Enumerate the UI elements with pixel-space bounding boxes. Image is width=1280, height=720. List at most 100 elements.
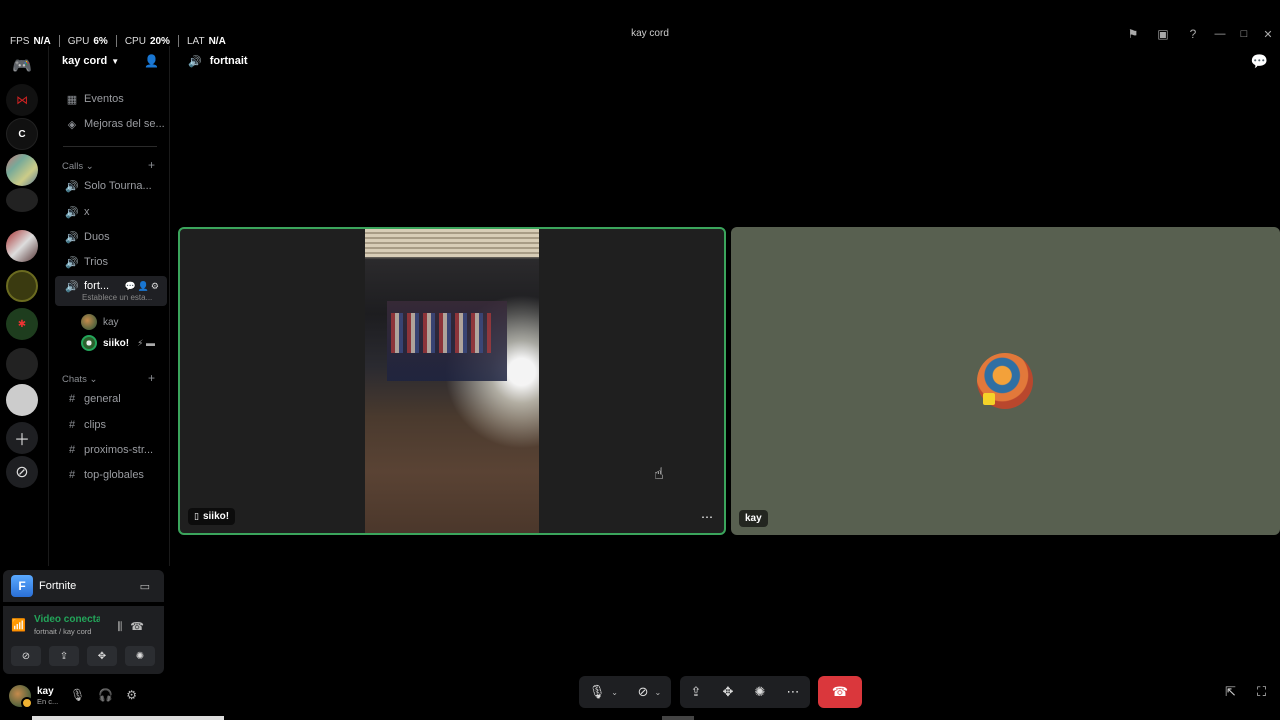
- window-title: kay cord: [631, 28, 669, 39]
- microphone-button[interactable]: 🎙 ⌄: [589, 684, 618, 700]
- soundboard-button[interactable]: ✺: [754, 684, 765, 700]
- maximize-button[interactable]: □: [1232, 24, 1256, 44]
- divider: [63, 146, 157, 147]
- speaker-active-icon: 🔊: [65, 281, 79, 293]
- chat-bubble-icon[interactable]: 💬: [1251, 53, 1268, 70]
- more-options-icon[interactable]: ⋯: [698, 509, 716, 525]
- server-icon-bow[interactable]: ⋈: [6, 84, 38, 116]
- video-tile-siiko[interactable]: ▯ siiko! ⋯: [178, 227, 726, 535]
- stream-game-icon[interactable]: ▭: [140, 580, 150, 593]
- popout-icon[interactable]: ⇱: [1225, 684, 1236, 700]
- microphone-icon[interactable]: 🎙: [70, 688, 98, 702]
- server-icon-grey[interactable]: [6, 384, 38, 416]
- video-tile-kay[interactable]: kay: [731, 227, 1280, 535]
- fortnite-logo-icon: F: [11, 575, 33, 597]
- help-icon[interactable]: ?: [1178, 24, 1208, 44]
- camera-button[interactable]: ⊘ ⌄: [638, 684, 662, 700]
- calendar-icon: ▦: [66, 93, 78, 106]
- inbox-flag-icon[interactable]: ⚑: [1118, 24, 1148, 44]
- voice-user-siiko[interactable]: siiko! ⚡ ▬: [81, 334, 155, 352]
- chevron-down-icon[interactable]: ⌄: [611, 688, 618, 697]
- speaker-icon: 🔊: [65, 180, 79, 193]
- signal-icon[interactable]: 📶: [11, 618, 26, 636]
- scrollbar[interactable]: [32, 716, 224, 720]
- activity-panel[interactable]: F Fortnite ▭: [3, 570, 164, 602]
- camera-off-button[interactable]: ⊘: [11, 646, 41, 666]
- add-channel-icon[interactable]: +: [148, 158, 155, 172]
- server-name: kay cord: [62, 55, 108, 67]
- voice-channel-solo[interactable]: 🔊 Solo Tourna...: [55, 175, 167, 197]
- activities-button[interactable]: ✥: [87, 646, 117, 666]
- activities-button[interactable]: ✥: [723, 684, 734, 700]
- channel-actions-icons[interactable]: 💬👤⚙: [125, 281, 161, 292]
- voice-channel-x[interactable]: 🔊 x: [55, 201, 167, 223]
- avatar: [81, 335, 97, 351]
- explore-servers-icon[interactable]: ⊘: [6, 456, 38, 488]
- hash-icon: #: [68, 444, 76, 456]
- headphones-icon[interactable]: 🎧: [98, 688, 126, 702]
- microphone-icon: 🎙: [588, 684, 606, 699]
- soundboard-icon[interactable]: ⫼: [117, 621, 130, 633]
- server-icon-selected[interactable]: [6, 270, 38, 302]
- voice-channel-duos[interactable]: 🔊 Duos: [55, 226, 167, 248]
- user-panel: kay En c... 🎙🎧⚙: [3, 680, 164, 712]
- share-screen-button[interactable]: ⇪: [691, 684, 702, 700]
- chevron-down-icon: ▼: [111, 56, 120, 66]
- voice-user-kay[interactable]: kay: [81, 313, 119, 331]
- speaker-icon: 🔊: [65, 256, 79, 269]
- mobile-and-camera-icons: ⚡ ▬: [137, 337, 155, 348]
- voice-channel-trios[interactable]: 🔊 Trios: [55, 251, 167, 273]
- close-button[interactable]: ✕: [1256, 24, 1280, 44]
- voice-location[interactable]: fortnait / kay cord: [34, 627, 100, 636]
- sidebar-item-eventos[interactable]: ▦ Eventos: [55, 88, 167, 110]
- hash-icon: #: [68, 419, 76, 431]
- server-icon-small[interactable]: [6, 188, 38, 212]
- sidebar-item-boosts[interactable]: ◈ Mejoras del se...: [55, 113, 167, 135]
- invite-people-icon[interactable]: 👤: [144, 54, 159, 68]
- text-channel-general[interactable]: # general: [55, 388, 167, 410]
- add-server-icon[interactable]: ＋: [6, 422, 38, 454]
- channel-header: 🔊 fortnait: [178, 46, 248, 76]
- server-icon-group[interactable]: [6, 348, 38, 380]
- speaker-icon: 🔊: [65, 206, 79, 219]
- boost-icon: ◈: [67, 118, 77, 131]
- user-controls: 🎙🎧⚙: [70, 688, 150, 702]
- feed-blinds: [365, 229, 539, 257]
- window-controls: ⚑ ▣ ? — □ ✕: [1118, 24, 1280, 44]
- server-header[interactable]: kay cord ▼ 👤: [49, 46, 171, 76]
- text-channel-proximos[interactable]: # proximos-str...: [55, 439, 167, 461]
- minimize-button[interactable]: —: [1208, 24, 1232, 44]
- fullscreen-icon[interactable]: ⛶: [1257, 684, 1266, 700]
- voice-status[interactable]: Video conecta: [34, 614, 100, 625]
- voice-panel-actions: ⫼☎: [117, 620, 152, 634]
- add-channel-icon[interactable]: +: [148, 371, 155, 385]
- hand-cursor-icon: ☝: [654, 466, 664, 483]
- server-folder-icon[interactable]: [6, 154, 38, 186]
- category-chats[interactable]: Chats ⌄: [62, 374, 97, 385]
- phone-hangup-icon: ☎: [831, 684, 849, 699]
- gear-icon[interactable]: ⚙: [126, 688, 150, 702]
- share-screen-button[interactable]: ⇪: [49, 646, 79, 666]
- voice-channel-fortnait-active[interactable]: 🔊 fort... 💬👤⚙ Establece un esta...: [55, 276, 167, 306]
- avatar: [81, 314, 97, 330]
- avatar[interactable]: [9, 685, 33, 709]
- participant-name-tag: kay: [739, 510, 768, 527]
- user-info[interactable]: kay En c...: [37, 686, 58, 706]
- text-channel-clips[interactable]: # clips: [55, 414, 167, 436]
- speaker-icon: 🔊: [188, 55, 202, 68]
- discord-home-icon[interactable]: 🎮: [6, 50, 38, 82]
- screen-record-icon[interactable]: ▣: [1148, 24, 1178, 44]
- soundboard-button[interactable]: ✺: [125, 646, 155, 666]
- server-icon-c[interactable]: C: [6, 118, 38, 150]
- more-options-button[interactable]: ⋯: [786, 684, 799, 700]
- text-channel-top-globales[interactable]: # top-globales: [55, 464, 167, 486]
- disconnect-icon[interactable]: ☎: [130, 621, 152, 633]
- server-icon-christmas[interactable]: ✱: [6, 308, 38, 340]
- channel-status-text[interactable]: Establece un esta...: [82, 293, 152, 302]
- chevron-down-icon[interactable]: ⌄: [654, 688, 661, 697]
- server-icon-anime[interactable]: [6, 230, 38, 262]
- server-rail: 🎮 ⋈ C ✱ ＋ ⊘: [0, 46, 48, 566]
- disconnect-button[interactable]: ☎: [818, 676, 862, 708]
- category-calls[interactable]: Calls ⌄: [62, 161, 94, 172]
- resize-handle[interactable]: [662, 716, 694, 720]
